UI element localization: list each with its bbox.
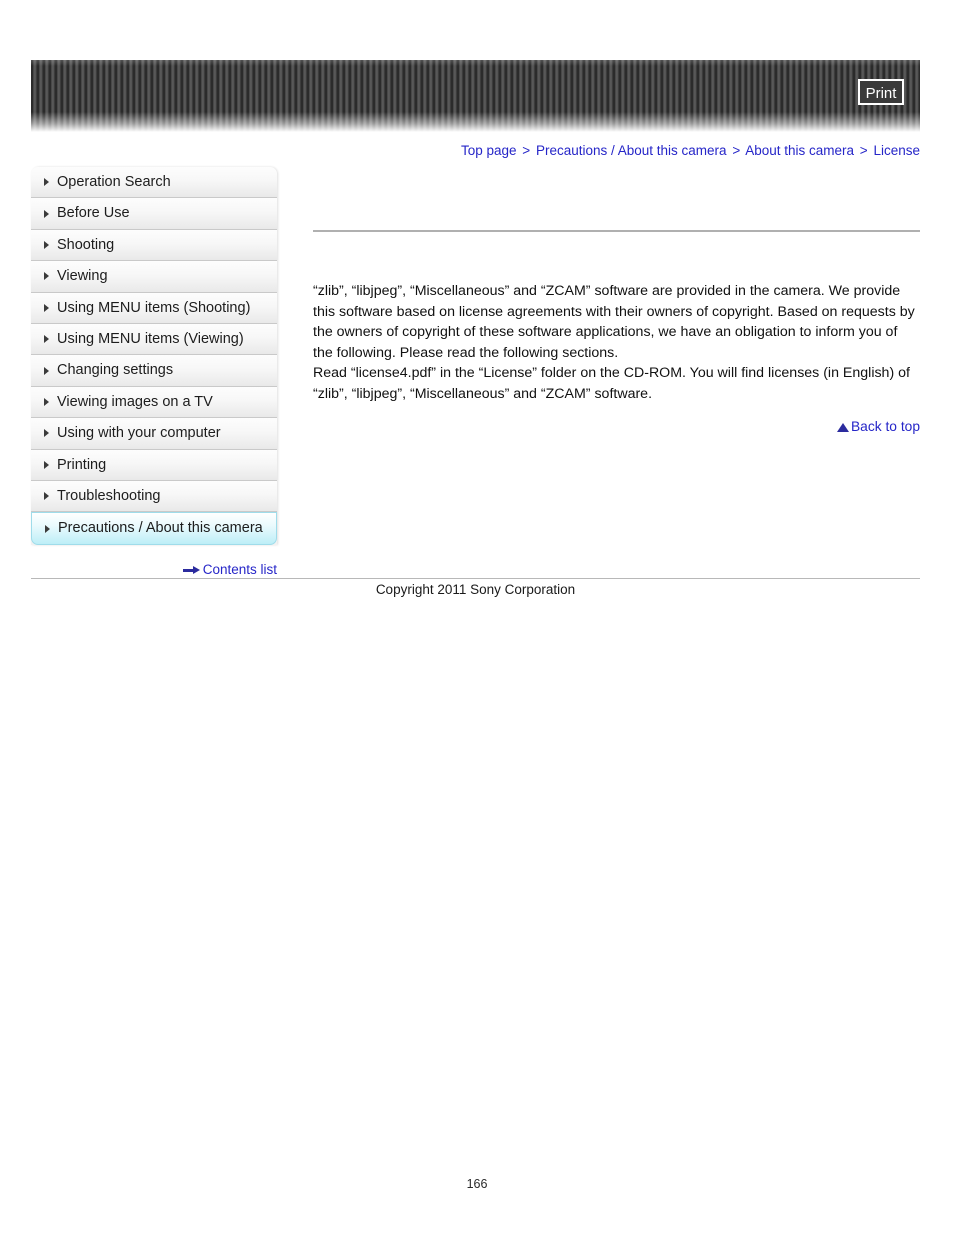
sidebar-item-label: Using MENU items (Viewing) [57,330,244,347]
sidebar-item-label: Viewing [57,268,108,285]
sidebar-item-label: Using with your computer [57,425,221,442]
breadcrumb-separator: > [732,143,741,158]
page-number: 166 [466,1177,488,1191]
sidebar-item-label: Viewing images on a TV [57,393,213,410]
sidebar-item-label: Using MENU items (Shooting) [57,299,251,316]
contents-list-link[interactable]: Contents list [31,562,277,577]
sidebar-navigation: Operation Search Before Use Shooting Vie… [31,167,277,546]
sidebar-item-operation-search[interactable]: Operation Search [31,167,277,199]
sidebar-item-label: Shooting [57,236,115,253]
triangle-bullet-icon [44,335,49,344]
sidebar-item-troubleshooting[interactable]: Troubleshooting [31,480,277,513]
triangle-bullet-icon [45,524,50,533]
breadcrumb-item-license[interactable]: License [873,143,920,158]
back-to-top-label: Back to top [850,419,920,434]
sidebar-item-label: Changing settings [57,362,174,379]
header-banner: Print [31,60,920,132]
arrow-right-icon [182,566,200,575]
sidebar-item-label: Printing [57,456,107,473]
license-body-text: “zlib”, “libjpeg”, “Miscellaneous” and “… [313,281,921,405]
breadcrumb-item-top-page[interactable]: Top page [461,143,517,158]
print-button[interactable]: Print [858,79,904,105]
sidebar-item-label: Troubleshooting [57,487,161,504]
sidebar-item-using-menu-items-shooting[interactable]: Using MENU items (Shooting) [31,292,277,324]
sidebar-item-using-with-your-computer[interactable]: Using with your computer [31,418,277,450]
breadcrumb-item-precautions-about-this-camera[interactable]: Precautions / About this camera [536,143,727,158]
sidebar-item-using-menu-items-viewing[interactable]: Using MENU items (Viewing) [31,323,277,356]
triangle-bullet-icon [44,366,49,375]
sidebar-item-precautions-about-this-camera[interactable]: Precautions / About this camera [31,512,277,546]
sidebar-item-printing[interactable]: Printing [31,449,277,481]
license-paragraph-2: Read “license4.pdf” in the “License” fol… [313,365,910,402]
sidebar-item-label: Operation Search [57,174,171,190]
contents-list-label: Contents list [202,562,277,577]
triangle-bullet-icon [44,209,49,218]
triangle-bullet-icon [44,272,49,281]
copyright-text: Copyright 2011 Sony Corporation [375,582,576,597]
triangle-bullet-icon [44,240,49,249]
sidebar-item-label: Precautions / About this camera [58,520,263,537]
sidebar-item-before-use[interactable]: Before Use [31,198,277,230]
license-paragraph-1: “zlib”, “libjpeg”, “Miscellaneous” and “… [313,283,915,361]
triangle-bullet-icon [44,460,49,469]
triangle-bullet-icon [44,492,49,501]
sidebar-item-viewing-images-on-a-tv[interactable]: Viewing images on a TV [31,386,277,419]
breadcrumb: Top page > Precautions / About this came… [313,143,920,158]
triangle-bullet-icon [44,303,49,312]
back-to-top-link[interactable]: Back to top [313,419,920,434]
triangle-bullet-icon [44,429,49,438]
content-divider [313,230,920,232]
breadcrumb-item-about-this-camera[interactable]: About this camera [745,143,854,158]
footer-divider [31,578,920,579]
triangle-bullet-icon [44,397,49,406]
sidebar-item-label: Before Use [57,205,130,222]
sidebar-item-shooting[interactable]: Shooting [31,229,277,262]
sidebar-item-viewing[interactable]: Viewing [31,261,277,293]
breadcrumb-separator: > [859,143,868,158]
breadcrumb-separator: > [522,143,531,158]
triangle-up-icon [836,423,849,432]
sidebar-item-changing-settings[interactable]: Changing settings [31,355,277,387]
triangle-bullet-icon [44,178,49,187]
